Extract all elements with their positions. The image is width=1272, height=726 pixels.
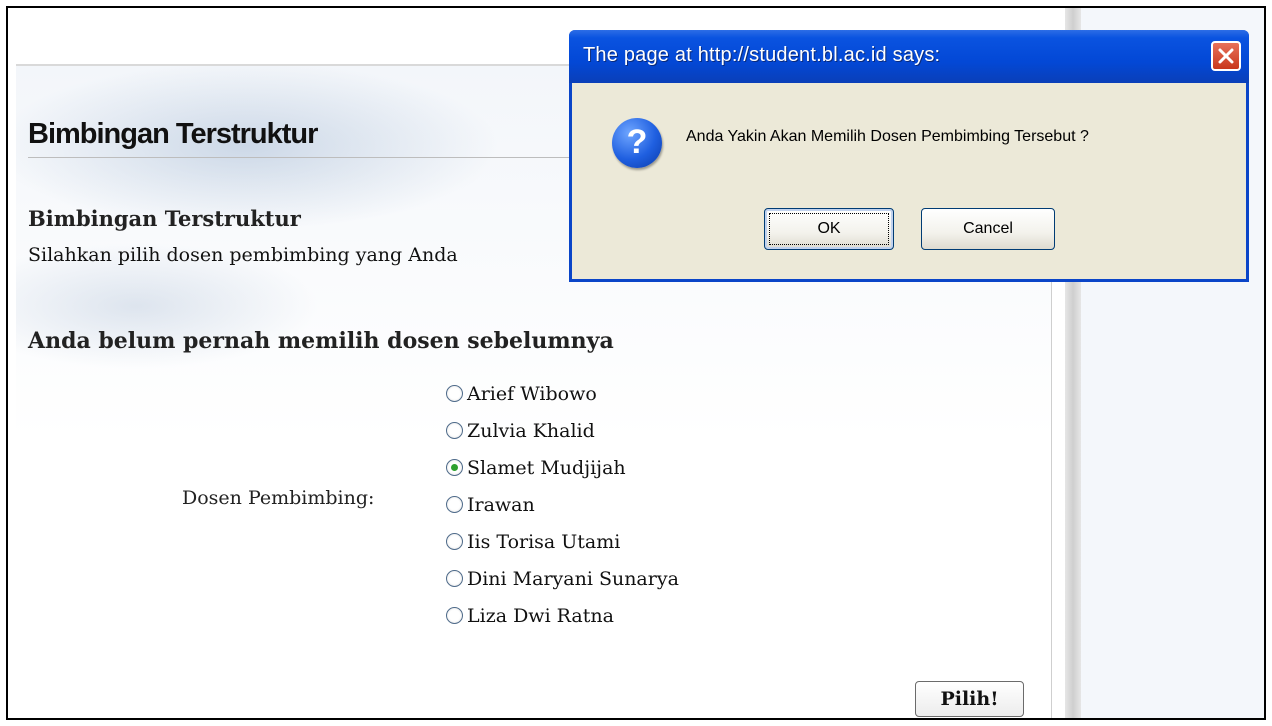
radio-option[interactable]: Zulvia Khalid — [446, 412, 679, 449]
notice-text: Anda belum pernah memilih dosen sebelumn… — [28, 328, 614, 354]
radio-option[interactable]: Irawan — [446, 486, 679, 523]
close-button[interactable] — [1211, 41, 1241, 71]
radio-option-label: Irawan — [467, 493, 535, 516]
radio-button[interactable] — [446, 422, 463, 439]
confirm-dialog: The page at http://student.bl.ac.id says… — [569, 30, 1249, 282]
radio-button[interactable] — [446, 607, 463, 624]
radio-option-label: Iis Torisa Utami — [467, 530, 621, 553]
radio-option-label: Slamet Mudjijah — [467, 456, 626, 479]
radio-option[interactable]: Iis Torisa Utami — [446, 523, 679, 560]
radio-option-label: Liza Dwi Ratna — [467, 604, 614, 627]
radio-button-selected[interactable] — [446, 459, 463, 476]
ok-button-label: OK — [817, 220, 841, 237]
pilih-button[interactable]: Pilih! — [915, 681, 1024, 717]
question-icon: ? — [612, 118, 662, 168]
dosen-radio-group: Arief Wibowo Zulvia Khalid Slamet Mudjij… — [446, 375, 679, 634]
dialog-titlebar[interactable]: The page at http://student.bl.ac.id says… — [569, 30, 1249, 83]
radio-option-label: Zulvia Khalid — [467, 419, 595, 442]
radio-button[interactable] — [446, 496, 463, 513]
radio-button[interactable] — [446, 533, 463, 550]
radio-option-label: Dini Maryani Sunarya — [467, 567, 679, 590]
section-title: Bimbingan Terstruktur — [28, 206, 301, 231]
radio-button[interactable] — [446, 570, 463, 587]
instruction-text: Silahkan pilih dosen pembimbing yang And… — [28, 244, 458, 266]
radio-option[interactable]: Slamet Mudjijah — [446, 449, 679, 486]
dialog-title: The page at http://student.bl.ac.id says… — [583, 44, 941, 66]
ok-button[interactable]: OK — [764, 208, 894, 250]
dialog-message: Anda Yakin Akan Memilih Dosen Pembimbing… — [686, 128, 1089, 145]
close-icon — [1218, 48, 1234, 64]
dosen-pembimbing-label: Dosen Pembimbing: — [182, 487, 375, 509]
browser-viewport: Bimbingan Terstruktur Bimbingan Terstruk… — [6, 6, 1266, 720]
radio-option-label: Arief Wibowo — [467, 382, 597, 405]
radio-option[interactable]: Liza Dwi Ratna — [446, 597, 679, 634]
radio-option[interactable]: Arief Wibowo — [446, 375, 679, 412]
radio-option[interactable]: Dini Maryani Sunarya — [446, 560, 679, 597]
cancel-button[interactable]: Cancel — [921, 208, 1055, 250]
radio-button[interactable] — [446, 385, 463, 402]
